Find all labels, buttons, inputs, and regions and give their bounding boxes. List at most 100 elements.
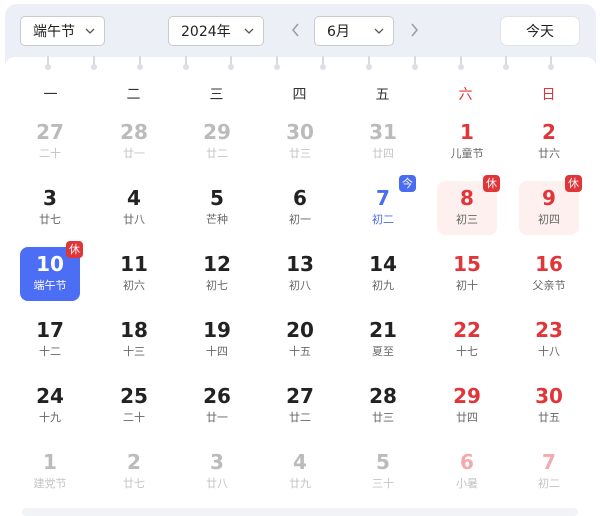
binder-ring bbox=[228, 56, 234, 70]
day-cell[interactable]: 18 十三 bbox=[104, 313, 164, 367]
day-number: 14 bbox=[369, 252, 397, 276]
year-select[interactable]: 2024年 bbox=[168, 16, 264, 46]
weekday-label: 五 bbox=[375, 87, 390, 103]
day-cell[interactable]: 2 廿七 bbox=[104, 445, 164, 499]
day-number: 31 bbox=[369, 120, 397, 144]
today-button[interactable]: 今天 bbox=[500, 16, 580, 46]
lunar-label: 十五 bbox=[289, 345, 311, 358]
day-number: 24 bbox=[36, 384, 64, 408]
lunar-label: 初二 bbox=[372, 213, 394, 226]
day-number: 18 bbox=[120, 318, 148, 342]
day-cell[interactable]: 15 初十 bbox=[437, 247, 497, 301]
weekday-label: 三 bbox=[209, 87, 224, 103]
day-cell[interactable]: 5 三十 bbox=[353, 445, 413, 499]
lunar-label: 廿八 bbox=[123, 213, 145, 226]
lunar-label: 廿七 bbox=[123, 477, 145, 490]
chevron-down-icon bbox=[374, 28, 384, 34]
day-cell[interactable]: 14 初九 bbox=[353, 247, 413, 301]
day-cell[interactable]: 9 初四休 bbox=[519, 175, 582, 235]
day-cell[interactable]: 16 父亲节 bbox=[519, 247, 579, 301]
weekday-label: 二 bbox=[126, 87, 141, 103]
lunar-label: 二十 bbox=[39, 147, 61, 160]
day-cell[interactable]: 4 廿九 bbox=[270, 445, 330, 499]
binder-ring bbox=[458, 56, 464, 70]
day-cell[interactable]: 8 初三休 bbox=[437, 175, 500, 235]
day-number: 27 bbox=[36, 120, 64, 144]
day-number: 6 bbox=[460, 450, 474, 474]
day-cell[interactable]: 31 廿四 bbox=[353, 115, 413, 169]
day-number: 4 bbox=[293, 450, 307, 474]
rest-day-badge: 休 bbox=[483, 175, 500, 192]
day-number: 13 bbox=[286, 252, 314, 276]
day-cell[interactable]: 30 廿五 bbox=[519, 379, 579, 433]
rest-day-badge: 休 bbox=[565, 175, 582, 192]
binder-ring bbox=[45, 56, 51, 70]
day-cell[interactable]: 3 廿七 bbox=[20, 181, 80, 235]
day-cell-selected[interactable]: 10 端午节休 bbox=[20, 241, 83, 301]
day-number: 4 bbox=[127, 186, 141, 210]
month-select[interactable]: 6月 bbox=[314, 16, 394, 46]
day-cell[interactable]: 7 初二 bbox=[519, 445, 579, 499]
calendar-toolbar: 端午节 2024年 6月 今天 bbox=[0, 0, 600, 56]
day-number: 29 bbox=[203, 120, 231, 144]
binder-ring bbox=[548, 56, 554, 70]
lunar-label: 廿三 bbox=[372, 411, 394, 424]
day-number: 30 bbox=[286, 120, 314, 144]
day-cell[interactable]: 21 夏至 bbox=[353, 313, 413, 367]
day-cell[interactable]: 30 廿三 bbox=[270, 115, 330, 169]
day-number: 16 bbox=[535, 252, 563, 276]
day-cell[interactable]: 6 初一 bbox=[270, 181, 330, 235]
day-cell[interactable]: 1 建党节 bbox=[20, 445, 80, 499]
day-cell[interactable]: 5 芒种 bbox=[187, 181, 247, 235]
lunar-label: 端午节 bbox=[33, 279, 67, 292]
day-cell[interactable]: 17 十二 bbox=[20, 313, 80, 367]
lunar-label: 初九 bbox=[372, 279, 394, 292]
day-cell[interactable]: 28 廿三 bbox=[353, 379, 413, 433]
day-cell[interactable]: 19 十四 bbox=[187, 313, 247, 367]
lunar-label: 初七 bbox=[206, 279, 228, 292]
day-cell[interactable]: 27 二十 bbox=[20, 115, 80, 169]
day-cell[interactable]: 25 二十 bbox=[104, 379, 164, 433]
day-number: 30 bbox=[535, 384, 563, 408]
day-cell[interactable]: 13 初八 bbox=[270, 247, 330, 301]
day-cell[interactable]: 1 儿童节 bbox=[437, 115, 497, 169]
day-cell[interactable]: 12 初七 bbox=[187, 247, 247, 301]
day-number: 28 bbox=[120, 120, 148, 144]
day-number: 2 bbox=[542, 120, 556, 144]
holiday-select[interactable]: 端午节 bbox=[20, 16, 105, 46]
lunar-label: 廿一 bbox=[206, 411, 228, 424]
day-cell[interactable]: 24 十九 bbox=[20, 379, 80, 433]
weekday-label: 一 bbox=[43, 87, 58, 103]
lunar-label: 十七 bbox=[456, 345, 478, 358]
day-number: 12 bbox=[203, 252, 231, 276]
lunar-label: 廿二 bbox=[289, 411, 311, 424]
lunar-label: 初四 bbox=[538, 213, 560, 226]
lunar-label: 廿六 bbox=[538, 147, 560, 160]
day-cell[interactable]: 28 廿一 bbox=[104, 115, 164, 169]
day-cell[interactable]: 26 廿一 bbox=[187, 379, 247, 433]
chevron-right-icon[interactable] bbox=[408, 22, 420, 38]
day-cell[interactable]: 7 初二今 bbox=[353, 175, 416, 235]
day-cell[interactable]: 4 廿八 bbox=[104, 181, 164, 235]
day-cell[interactable]: 6 小暑 bbox=[437, 445, 497, 499]
lunar-label: 十三 bbox=[123, 345, 145, 358]
day-number: 17 bbox=[36, 318, 64, 342]
binder-ring bbox=[137, 56, 143, 70]
day-number: 3 bbox=[210, 450, 224, 474]
day-cell[interactable]: 22 十七 bbox=[437, 313, 497, 367]
day-number: 20 bbox=[286, 318, 314, 342]
lunar-label: 廿一 bbox=[123, 147, 145, 160]
day-cell[interactable]: 11 初六 bbox=[104, 247, 164, 301]
day-cell[interactable]: 2 廿六 bbox=[519, 115, 579, 169]
day-cell[interactable]: 29 廿四 bbox=[437, 379, 497, 433]
day-number: 6 bbox=[293, 186, 307, 210]
day-cell[interactable]: 3 廿八 bbox=[187, 445, 247, 499]
day-cell[interactable]: 23 十八 bbox=[519, 313, 579, 367]
chevron-left-icon[interactable] bbox=[290, 22, 302, 38]
lunar-label: 十九 bbox=[39, 411, 61, 424]
day-cell[interactable]: 20 十五 bbox=[270, 313, 330, 367]
day-cell[interactable]: 29 廿二 bbox=[187, 115, 247, 169]
day-number: 3 bbox=[43, 186, 57, 210]
day-cell[interactable]: 27 廿二 bbox=[270, 379, 330, 433]
day-number: 21 bbox=[369, 318, 397, 342]
